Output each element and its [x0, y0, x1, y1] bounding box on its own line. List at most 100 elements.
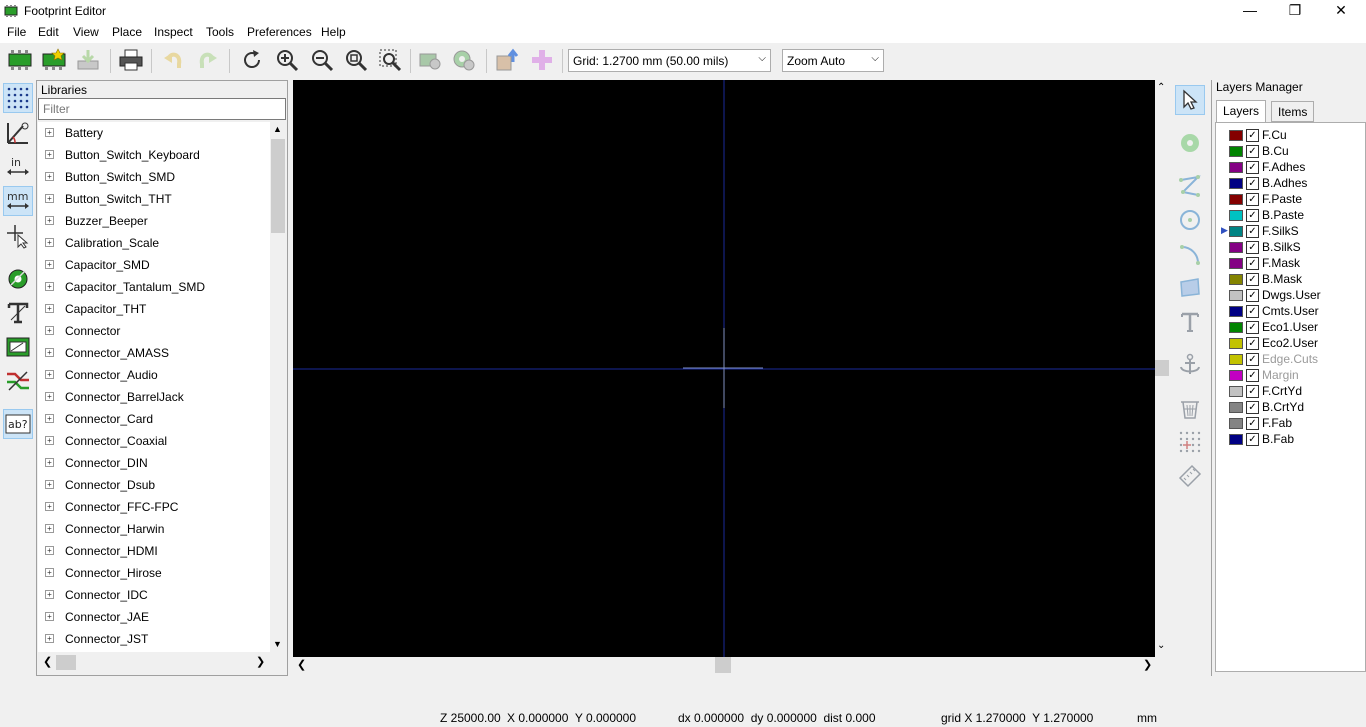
library-tree[interactable]: + Battery + Button_Switch_Keyboard + Button_S…: [38, 122, 270, 652]
library-tree-item[interactable]: + Capacitor_SMD: [38, 254, 270, 276]
print-button[interactable]: [116, 45, 146, 75]
layer-visibility-checkbox[interactable]: ✓: [1246, 369, 1259, 382]
expand-plus-icon[interactable]: +: [45, 194, 54, 203]
save-footprint-button[interactable]: [73, 45, 103, 75]
text-sketch-button[interactable]: [3, 298, 33, 328]
layer-name[interactable]: B.SilkS: [1262, 240, 1301, 254]
polar-coords-button[interactable]: [3, 118, 33, 148]
scroll-up-arrow[interactable]: ⌃: [1157, 82, 1165, 93]
layer-color-swatch[interactable]: [1229, 418, 1243, 429]
library-tree-item[interactable]: + Connector_IDC: [38, 584, 270, 606]
layer-color-swatch[interactable]: [1229, 386, 1243, 397]
measure-tool-button[interactable]: [1175, 461, 1205, 491]
layer-visibility-checkbox[interactable]: ✓: [1246, 289, 1259, 302]
layer-name[interactable]: Cmts.User: [1262, 304, 1319, 318]
layer-color-swatch[interactable]: [1229, 146, 1243, 157]
layer-row[interactable]: ✓ Cmts.User: [1216, 303, 1366, 319]
layer-color-swatch[interactable]: [1229, 130, 1243, 141]
library-tree-item[interactable]: + Connector_Coaxial: [38, 430, 270, 452]
menu-place[interactable]: Place: [112, 25, 142, 39]
layer-name[interactable]: F.CrtYd: [1262, 384, 1302, 398]
zoom-selection-button[interactable]: [375, 45, 405, 75]
layer-name[interactable]: Margin: [1262, 368, 1299, 382]
layer-color-swatch[interactable]: [1229, 322, 1243, 333]
layer-visibility-checkbox[interactable]: ✓: [1246, 129, 1259, 142]
expand-plus-icon[interactable]: +: [45, 436, 54, 445]
layer-name[interactable]: Dwgs.User: [1262, 288, 1321, 302]
scroll-left-arrow[interactable]: ❮: [297, 658, 306, 671]
layer-row[interactable]: ✓ B.Paste: [1216, 207, 1366, 223]
add-polygon-button[interactable]: [1175, 273, 1205, 303]
library-tree-item[interactable]: + Button_Switch_SMD: [38, 166, 270, 188]
library-filter-input[interactable]: Filter: [38, 98, 286, 120]
menu-edit[interactable]: Edit: [38, 25, 59, 39]
library-tree-item[interactable]: + Capacitor_THT: [38, 298, 270, 320]
layer-row[interactable]: ✓ B.CrtYd: [1216, 399, 1366, 415]
layer-color-swatch[interactable]: [1229, 370, 1243, 381]
zoom-select[interactable]: Zoom Auto ⌵: [782, 49, 884, 72]
canvas-vertical-scrollbar[interactable]: ⌃ ⌄: [1155, 80, 1169, 657]
layer-row[interactable]: ✓ B.Cu: [1216, 143, 1366, 159]
layer-name[interactable]: B.Fab: [1262, 432, 1294, 446]
minimize-button[interactable]: —: [1227, 0, 1273, 22]
layer-visibility-checkbox[interactable]: ✓: [1246, 353, 1259, 366]
library-tree-item[interactable]: + Connector_Audio: [38, 364, 270, 386]
layer-color-swatch[interactable]: [1229, 402, 1243, 413]
layer-visibility-checkbox[interactable]: ✓: [1246, 321, 1259, 334]
expand-plus-icon[interactable]: +: [45, 458, 54, 467]
check-footprint-button[interactable]: [527, 45, 557, 75]
expand-plus-icon[interactable]: +: [45, 326, 54, 335]
layer-row[interactable]: ✓ F.Paste: [1216, 191, 1366, 207]
layer-visibility-checkbox[interactable]: ✓: [1246, 385, 1259, 398]
layer-row[interactable]: ✓ B.Mask: [1216, 271, 1366, 287]
cursor-shape-button[interactable]: [3, 221, 33, 251]
library-tree-item[interactable]: + Connector_BarrelJack: [38, 386, 270, 408]
expand-plus-icon[interactable]: +: [45, 238, 54, 247]
layer-name[interactable]: F.Mask: [1262, 256, 1300, 270]
layer-visibility-checkbox[interactable]: ✓: [1246, 401, 1259, 414]
pad-sketch-button[interactable]: [3, 264, 33, 294]
layer-name[interactable]: Edge.Cuts: [1262, 352, 1318, 366]
add-text-button[interactable]: [1175, 307, 1205, 337]
menu-view[interactable]: View: [73, 25, 99, 39]
scroll-thumb[interactable]: [56, 655, 76, 670]
add-circle-button[interactable]: [1175, 205, 1205, 235]
expand-plus-icon[interactable]: +: [45, 150, 54, 159]
scroll-down-arrow[interactable]: ⌄: [1157, 640, 1165, 651]
layer-color-swatch[interactable]: [1229, 258, 1243, 269]
library-tree-item[interactable]: + Connector_Dsub: [38, 474, 270, 496]
library-tree-item[interactable]: + Connector_Harwin: [38, 518, 270, 540]
expand-plus-icon[interactable]: +: [45, 612, 54, 621]
layer-name[interactable]: Eco1.User: [1262, 320, 1318, 334]
select-tool-button[interactable]: [1175, 85, 1205, 115]
layer-color-swatch[interactable]: [1229, 274, 1243, 285]
library-tree-item[interactable]: + Button_Switch_Keyboard: [38, 144, 270, 166]
layer-row[interactable]: ✓ Edge.Cuts: [1216, 351, 1366, 367]
layer-name[interactable]: F.Adhes: [1262, 160, 1305, 174]
layer-color-swatch[interactable]: [1229, 306, 1243, 317]
grid-select[interactable]: Grid: 1.2700 mm (50.00 mils) ⌵: [568, 49, 771, 72]
scroll-down-arrow[interactable]: ▼: [273, 639, 282, 649]
layer-visibility-checkbox[interactable]: ✓: [1246, 193, 1259, 206]
expand-plus-icon[interactable]: +: [45, 634, 54, 643]
layer-visibility-checkbox[interactable]: ✓: [1246, 177, 1259, 190]
menu-inspect[interactable]: Inspect: [154, 25, 193, 39]
layer-row[interactable]: ✓ Eco2.User: [1216, 335, 1366, 351]
layer-row[interactable]: ✓ F.Fab: [1216, 415, 1366, 431]
library-tree-item[interactable]: + Connector_AMASS: [38, 342, 270, 364]
layer-color-swatch[interactable]: [1229, 194, 1243, 205]
scroll-left-arrow[interactable]: ❮: [43, 655, 52, 668]
library-tree-item[interactable]: + Connector_Card: [38, 408, 270, 430]
layer-color-swatch[interactable]: [1229, 354, 1243, 365]
maximize-button[interactable]: ❐: [1272, 0, 1318, 22]
library-tree-item[interactable]: + Connector_DIN: [38, 452, 270, 474]
layer-row[interactable]: ✓ F.CrtYd: [1216, 383, 1366, 399]
layer-row[interactable]: ✓ Eco1.User: [1216, 319, 1366, 335]
layer-name[interactable]: F.Fab: [1262, 416, 1292, 430]
expand-plus-icon[interactable]: +: [45, 304, 54, 313]
zoom-in-button[interactable]: [272, 45, 302, 75]
layer-name[interactable]: F.SilkS: [1262, 224, 1299, 238]
mm-units-button[interactable]: mm: [3, 186, 33, 216]
close-button[interactable]: ✕: [1318, 0, 1364, 22]
layer-visibility-checkbox[interactable]: ✓: [1246, 433, 1259, 446]
